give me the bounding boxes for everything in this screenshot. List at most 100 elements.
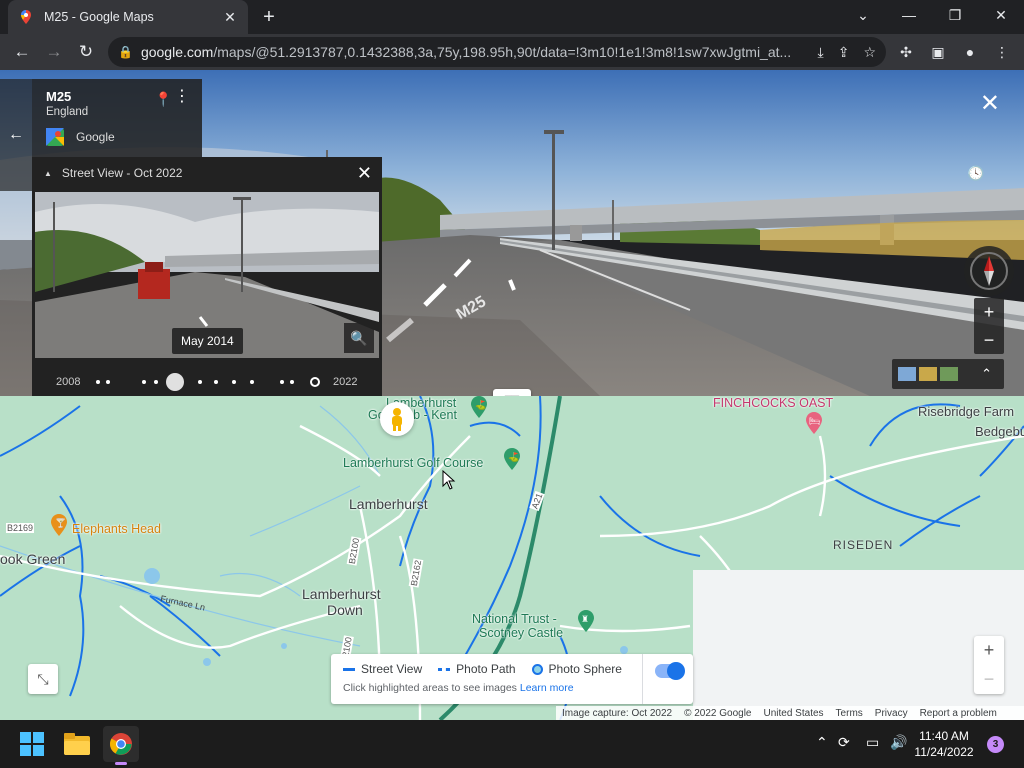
zoom-out-button[interactable]: − [974, 326, 1004, 354]
more-options-icon[interactable]: ⋮ [174, 89, 190, 105]
imagery-thumbnails[interactable]: ⌃ [892, 359, 1004, 389]
close-street-view-icon[interactable]: ✕ [980, 92, 1000, 116]
poi-label-finchcocks[interactable]: FINCHCOCKS OAST [713, 396, 833, 410]
place-label-risebridge[interactable]: Risebridge Farm [918, 404, 1014, 419]
golf-marker-icon[interactable]: ⛳ [470, 396, 488, 418]
side-panel-icon[interactable]: ▣ [928, 42, 948, 62]
address-bar[interactable]: 🔒 google.com/maps/@51.2913787,0.1432388,… [108, 37, 886, 67]
poi-label-golf-course[interactable]: Lamberhurst Golf Course [343, 456, 483, 470]
town-label-lamberhurst-down[interactable]: Lamberhurst [302, 586, 381, 602]
clock-time: 11:40 AM [919, 729, 969, 743]
zoom-in-button[interactable]: + [974, 298, 1004, 326]
back-icon[interactable]: ← [10, 40, 34, 64]
timeline-start-year: 2008 [56, 376, 81, 388]
thumbnail-2[interactable] [919, 367, 937, 381]
collapse-map-icon[interactable]: ⤡ [28, 664, 58, 694]
caret-up-icon[interactable]: ▲ [44, 169, 52, 178]
chrome-icon [110, 733, 132, 755]
chrome-taskbar-button[interactable] [103, 726, 139, 765]
timeline-dot[interactable] [232, 380, 236, 384]
street-view-coverage-toggle[interactable] [655, 662, 685, 680]
timeline-dot[interactable] [290, 380, 294, 384]
windows-logo-icon [20, 732, 44, 756]
poi-label-scotney-castle[interactable]: Scotney Castle [479, 626, 563, 640]
expand-thumbnails-icon[interactable]: ⌃ [981, 366, 992, 382]
minimize-icon[interactable]: — [886, 0, 932, 30]
back-arrow-icon[interactable]: ← [0, 79, 32, 191]
map-zoom-out-button[interactable]: − [974, 665, 1004, 694]
close-time-travel-icon[interactable]: ✕ [357, 163, 372, 184]
profile-icon[interactable]: ● [960, 42, 980, 62]
location-pin-icon[interactable]: 📍 [155, 91, 172, 108]
menu-kebab-icon[interactable]: ⋮ [992, 42, 1012, 62]
timeline-dot[interactable] [250, 380, 254, 384]
timeline-dot[interactable] [280, 380, 284, 384]
pegman-icon[interactable] [380, 402, 414, 436]
privacy-link[interactable]: Privacy [875, 708, 908, 719]
forward-icon[interactable]: → [42, 40, 66, 64]
taskbar-clock[interactable]: 11:40 AM 11/24/2022 [914, 728, 974, 760]
castle-marker-icon[interactable]: ♜ [577, 610, 595, 632]
share-icon[interactable]: ⇪ [838, 44, 850, 61]
timeline-dot[interactable] [106, 380, 110, 384]
bookmark-star-icon[interactable]: ☆ [863, 44, 876, 61]
history-clock-icon[interactable]: 🕓 [946, 165, 1006, 181]
new-tab-button[interactable]: + [258, 6, 280, 28]
timeline-dot[interactable] [198, 380, 202, 384]
thumbnail-3[interactable] [940, 367, 958, 381]
network-icon[interactable]: ▭ [866, 734, 879, 751]
town-label-down[interactable]: Down [327, 602, 363, 618]
poi-label-elephants-head[interactable]: Elephants Head [72, 522, 161, 536]
road-label-b2169: B2169 [6, 523, 35, 533]
street-view-line-icon [343, 667, 355, 671]
install-app-icon[interactable]: ⤓ [818, 44, 824, 61]
start-button[interactable] [14, 726, 50, 762]
timeline-dot[interactable] [96, 380, 100, 384]
terms-link[interactable]: Terms [836, 708, 863, 719]
map-zoom-in-button[interactable]: + [974, 636, 1004, 665]
pub-marker-icon[interactable]: 🍸 [50, 514, 68, 536]
timeline-handle[interactable] [166, 373, 184, 391]
mouse-cursor-icon [442, 470, 456, 490]
tab-close-icon[interactable]: ✕ [222, 9, 238, 26]
thumbnail-1[interactable] [898, 367, 916, 381]
volume-icon[interactable]: 🔊 [890, 734, 907, 751]
file-explorer-button[interactable] [59, 726, 95, 762]
place-label-riseden[interactable]: RISEDEN [833, 538, 893, 552]
restore-icon[interactable]: ❐ [932, 0, 978, 30]
report-problem-link[interactable]: Report a problem [920, 708, 997, 719]
extensions-icon[interactable]: ✣ [896, 42, 916, 62]
preview-zoom-icon[interactable]: 🔍 [344, 323, 374, 353]
selected-date-tooltip: May 2014 [172, 328, 243, 354]
legend-divider [642, 654, 643, 704]
golf-course-marker-icon[interactable]: ⛳ [503, 448, 521, 470]
town-label-lamberhurst[interactable]: Lamberhurst [349, 496, 428, 512]
tab-google-maps[interactable]: M25 - Google Maps ✕ [8, 0, 248, 34]
timeline-slider[interactable] [94, 373, 320, 391]
google-maps-favicon-icon [21, 10, 31, 24]
timeline-dot[interactable] [142, 380, 146, 384]
notification-badge[interactable]: 3 [987, 736, 1004, 753]
timeline-dot[interactable] [154, 380, 158, 384]
town-label-brook-green[interactable]: ook Green [0, 551, 65, 567]
source-attribution[interactable]: Google [46, 128, 188, 146]
timeline-current-marker[interactable] [310, 377, 320, 387]
time-travel-panel: 🕓 ▲ Street View - Oct 2022 ✕ May 2014 🔍 … [32, 157, 985, 396]
learn-more-link[interactable]: Learn more [520, 682, 574, 694]
compass-icon[interactable] [964, 246, 1014, 296]
svg-text:⛳: ⛳ [508, 451, 519, 463]
reload-icon[interactable]: ↻ [74, 40, 98, 64]
street-view-panorama[interactable]: M25 ← M25 England 📍 ⋮ Google ✕ + − ⌃ 🕓 ▲… [0, 70, 1024, 396]
place-label-bedgebury[interactable]: Bedgebur [975, 424, 1024, 439]
hotel-marker-icon[interactable]: 🛏 [805, 412, 823, 434]
tab-search-chevron-icon[interactable]: ⌄ [840, 0, 886, 30]
photo-sphere-circle-icon [531, 663, 543, 675]
url-text[interactable]: google.com/maps/@51.2913787,0.1432388,3a… [141, 44, 804, 60]
poi-label-national-trust[interactable]: National Trust - [472, 612, 557, 626]
timeline-dot[interactable] [214, 380, 218, 384]
window-close-icon[interactable]: ✕ [978, 0, 1024, 30]
tray-overflow-chevron-icon[interactable]: ⌃ [816, 734, 828, 751]
sync-alert-icon[interactable]: ⟳ [838, 734, 850, 751]
country-link[interactable]: United States [764, 708, 824, 719]
map-footer: Image capture: Oct 2022 © 2022 Google Un… [556, 706, 1024, 720]
